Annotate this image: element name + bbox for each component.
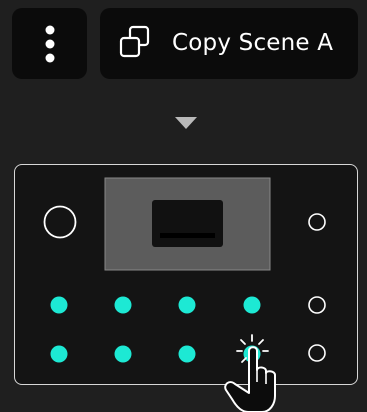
pad [114,345,132,363]
large-knob [43,205,77,239]
display-screen [152,200,223,247]
pad [50,296,68,314]
device-graphic [43,177,326,363]
pad [114,296,132,314]
down-triangle-icon [175,117,197,129]
side-button-1 [308,213,326,231]
side-button-3 [308,344,326,362]
pad [243,296,261,314]
display-bar [160,233,215,238]
pad [178,345,196,363]
pad [243,345,261,363]
pad [50,345,68,363]
pad [178,296,196,314]
vertical-dots-icon [45,25,55,63]
side-button-2 [308,296,326,314]
more-options-button[interactable] [12,8,87,79]
copy-scene-label: Copy Scene A [172,30,334,56]
device-illustration [14,164,358,385]
copy-scene-button[interactable]: Copy Scene A [100,8,358,79]
copy-icon [119,25,150,58]
